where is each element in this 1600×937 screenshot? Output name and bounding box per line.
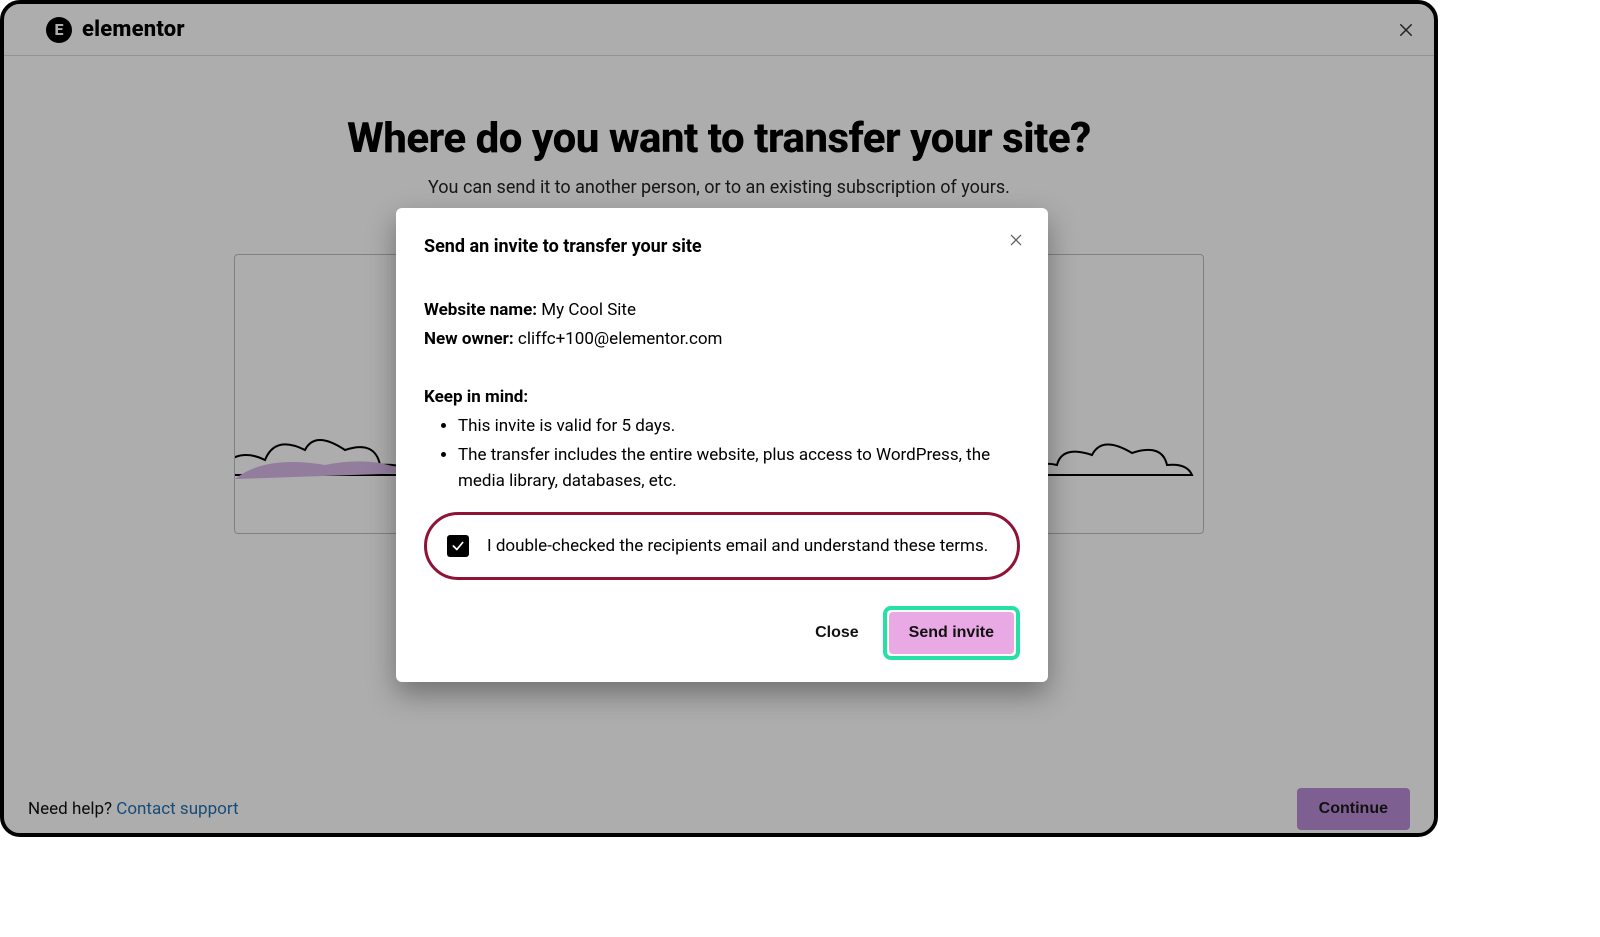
send-invite-highlight: Send invite — [883, 606, 1020, 660]
confirm-text: I double-checked the recipients email an… — [487, 536, 988, 556]
modal-actions: Close Send invite — [424, 606, 1020, 660]
confirm-highlight: I double-checked the recipients email an… — [424, 512, 1020, 580]
modal-close-button[interactable] — [1006, 230, 1026, 250]
confirm-checkbox[interactable] — [447, 535, 469, 557]
modal-title: Send an invite to transfer your site — [424, 236, 1020, 257]
keep-in-mind-section: Keep in mind: This invite is valid for 5… — [424, 387, 1020, 494]
keep-item: This invite is valid for 5 days. — [458, 413, 1020, 439]
modal-close-text-button[interactable]: Close — [809, 614, 865, 652]
website-name-value: My Cool Site — [541, 300, 636, 320]
modal-info: Website name: My Cool Site New owner: cl… — [424, 297, 1020, 353]
send-invite-button[interactable]: Send invite — [889, 612, 1014, 654]
checkmark-icon — [451, 539, 465, 553]
keep-item: The transfer includes the entire website… — [458, 442, 1020, 495]
new-owner-value: cliffc+100@elementor.com — [518, 329, 723, 349]
keep-in-mind-list: This invite is valid for 5 days. The tra… — [458, 413, 1020, 494]
keep-in-mind-heading: Keep in mind: — [424, 387, 1020, 407]
transfer-invite-modal: Send an invite to transfer your site Web… — [396, 208, 1048, 682]
close-icon — [1008, 232, 1024, 248]
website-name-label: Website name: — [424, 300, 537, 320]
new-owner-label: New owner: — [424, 329, 514, 349]
